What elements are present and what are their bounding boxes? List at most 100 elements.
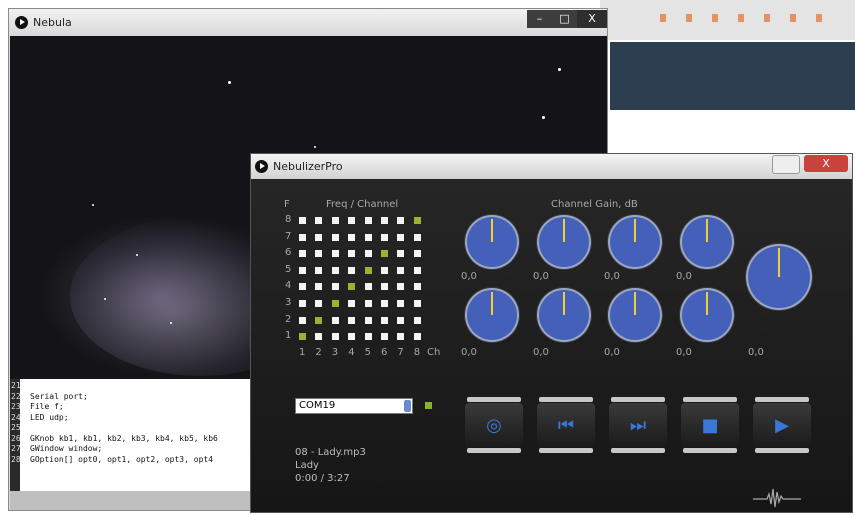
matrix-cell-f8-ch3[interactable]: [331, 217, 339, 224]
matrix-cell-f4-ch4[interactable]: [348, 283, 356, 291]
skip-back-icon: ⏮: [557, 414, 575, 436]
code-line: GKnob kb1, kb1, kb2, kb3, kb4, kb5, kb6: [30, 433, 218, 443]
channel-gain-knob-6[interactable]: [539, 290, 589, 340]
matrix-cell-f7-ch8[interactable]: [413, 233, 421, 241]
channel-gain-knob-4[interactable]: [682, 217, 732, 267]
next-button[interactable]: ⏭: [609, 397, 667, 453]
matrix-cell-f1-ch3[interactable]: [331, 333, 339, 341]
matrix-cell-f7-ch4[interactable]: [348, 233, 356, 241]
nebulizerpro-window: NebulizerPro X F Freq / Channel 87654321…: [250, 153, 853, 513]
background-dark-panel: [610, 42, 855, 110]
knob-indicator: [634, 219, 636, 242]
matrix-cell-f8-ch5[interactable]: [364, 217, 372, 224]
matrix-cell-f6-ch8[interactable]: [413, 250, 421, 258]
eye-button[interactable]: ◎: [465, 397, 523, 453]
matrix-cell-f4-ch8[interactable]: [413, 283, 421, 291]
matrix-cell-f8-ch6[interactable]: [381, 217, 388, 224]
channel-gain-knob-5[interactable]: [467, 290, 517, 340]
channel-gain-knob-8[interactable]: [682, 290, 732, 340]
matrix-cell-f5-ch6[interactable]: [381, 266, 388, 274]
matrix-cell-f6-ch4[interactable]: [348, 250, 356, 258]
channel-gain-knob-3[interactable]: [610, 217, 660, 267]
matrix-cell-f3-ch3[interactable]: [331, 300, 339, 307]
matrix-cell-f8-ch2[interactable]: [315, 217, 323, 224]
matrix-cell-f6-ch7[interactable]: [397, 250, 405, 258]
matrix-cell-f7-ch1[interactable]: [299, 233, 306, 241]
previous-button[interactable]: ⏮: [537, 397, 595, 453]
matrix-cell-f8-ch1[interactable]: [299, 217, 306, 224]
matrix-cell-f5-ch1[interactable]: [299, 266, 306, 274]
channel-gain-knob-1[interactable]: [467, 217, 517, 267]
close-button[interactable]: X: [804, 155, 848, 172]
nebula-titlebar[interactable]: Nebula – □ X: [9, 9, 607, 36]
matrix-cell-f4-ch5[interactable]: [364, 283, 372, 291]
matrix-cell-f2-ch6[interactable]: [381, 316, 388, 324]
button-rim: [683, 448, 737, 453]
matrix-cell-f7-ch5[interactable]: [364, 233, 372, 241]
matrix-cell-f3-ch8[interactable]: [413, 300, 421, 307]
minimize-button[interactable]: [772, 155, 800, 174]
matrix-cell-f3-ch2[interactable]: [315, 300, 323, 307]
matrix-cell-f4-ch1[interactable]: [299, 283, 306, 291]
column-label: 8: [413, 347, 421, 358]
matrix-cell-f4-ch3[interactable]: [331, 283, 339, 291]
matrix-cell-f1-ch2[interactable]: [315, 333, 323, 341]
matrix-cell-f8-ch8[interactable]: [413, 217, 421, 224]
matrix-cell-f3-ch7[interactable]: [397, 300, 405, 307]
matrix-cell-f1-ch8[interactable]: [413, 333, 421, 341]
matrix-cell-f6-ch6[interactable]: [381, 250, 388, 258]
matrix-cell-f1-ch5[interactable]: [364, 333, 372, 341]
matrix-cell-f4-ch6[interactable]: [381, 283, 388, 291]
matrix-cell-f5-ch5[interactable]: [364, 266, 372, 274]
port-select[interactable]: COM19: [295, 398, 413, 414]
play-button[interactable]: ▶: [753, 397, 811, 453]
dropdown-arrow-icon[interactable]: [404, 400, 411, 412]
matrix-cell-f1-ch7[interactable]: [397, 333, 405, 341]
matrix-cell-f3-ch5[interactable]: [364, 300, 372, 307]
code-line: Serial port;: [30, 391, 88, 401]
matrix-cell-f2-ch7[interactable]: [397, 316, 405, 324]
matrix-cell-f3-ch1[interactable]: [299, 300, 306, 307]
matrix-cell-f5-ch8[interactable]: [413, 266, 421, 274]
matrix-cell-f5-ch4[interactable]: [348, 266, 356, 274]
matrix-cell-f2-ch3[interactable]: [331, 316, 339, 324]
matrix-cell-f6-ch5[interactable]: [364, 250, 372, 258]
matrix-cell-f6-ch2[interactable]: [315, 250, 323, 258]
channel-gain-knob-2[interactable]: [539, 217, 589, 267]
matrix-cell-f5-ch2[interactable]: [315, 266, 323, 274]
line-number: 26: [11, 433, 21, 443]
matrix-cell-f2-ch2[interactable]: [315, 316, 323, 324]
track-time: 0:00 / 3:27: [295, 473, 350, 484]
matrix-cell-f7-ch7[interactable]: [397, 233, 405, 241]
matrix-cell-f3-ch4[interactable]: [348, 300, 356, 307]
matrix-cell-f5-ch7[interactable]: [397, 266, 405, 274]
background-decoration: [660, 14, 840, 22]
matrix-cell-f2-ch1[interactable]: [299, 316, 306, 324]
matrix-cell-f8-ch7[interactable]: [397, 217, 405, 224]
master-gain-knob[interactable]: [748, 246, 810, 308]
channel-gain-knob-7[interactable]: [610, 290, 660, 340]
eye-icon: ◎: [486, 414, 502, 436]
matrix-cell-f8-ch4[interactable]: [348, 217, 356, 224]
matrix-cell-f6-ch3[interactable]: [331, 250, 339, 258]
matrix-cell-f1-ch6[interactable]: [381, 333, 388, 341]
matrix-cell-f3-ch6[interactable]: [381, 300, 388, 307]
matrix-cell-f7-ch3[interactable]: [331, 233, 339, 241]
matrix-cell-f5-ch3[interactable]: [331, 266, 339, 274]
pro-titlebar[interactable]: NebulizerPro X: [251, 154, 852, 179]
close-button[interactable]: X: [577, 10, 607, 28]
matrix-cell-f6-ch1[interactable]: [299, 250, 306, 258]
matrix-cell-f4-ch2[interactable]: [315, 283, 323, 291]
matrix-cell-f2-ch8[interactable]: [413, 316, 421, 324]
matrix-cell-f2-ch5[interactable]: [364, 316, 372, 324]
matrix-cell-f1-ch4[interactable]: [348, 333, 356, 341]
maximize-button[interactable]: □: [552, 10, 577, 28]
matrix-cell-f7-ch2[interactable]: [315, 233, 323, 241]
matrix-cell-f7-ch6[interactable]: [381, 233, 388, 241]
minimize-button[interactable]: –: [527, 10, 552, 28]
stop-button[interactable]: ■: [681, 397, 739, 453]
star: [558, 68, 561, 71]
matrix-cell-f4-ch7[interactable]: [397, 283, 405, 291]
matrix-cell-f1-ch1[interactable]: [299, 333, 306, 341]
matrix-cell-f2-ch4[interactable]: [348, 316, 356, 324]
